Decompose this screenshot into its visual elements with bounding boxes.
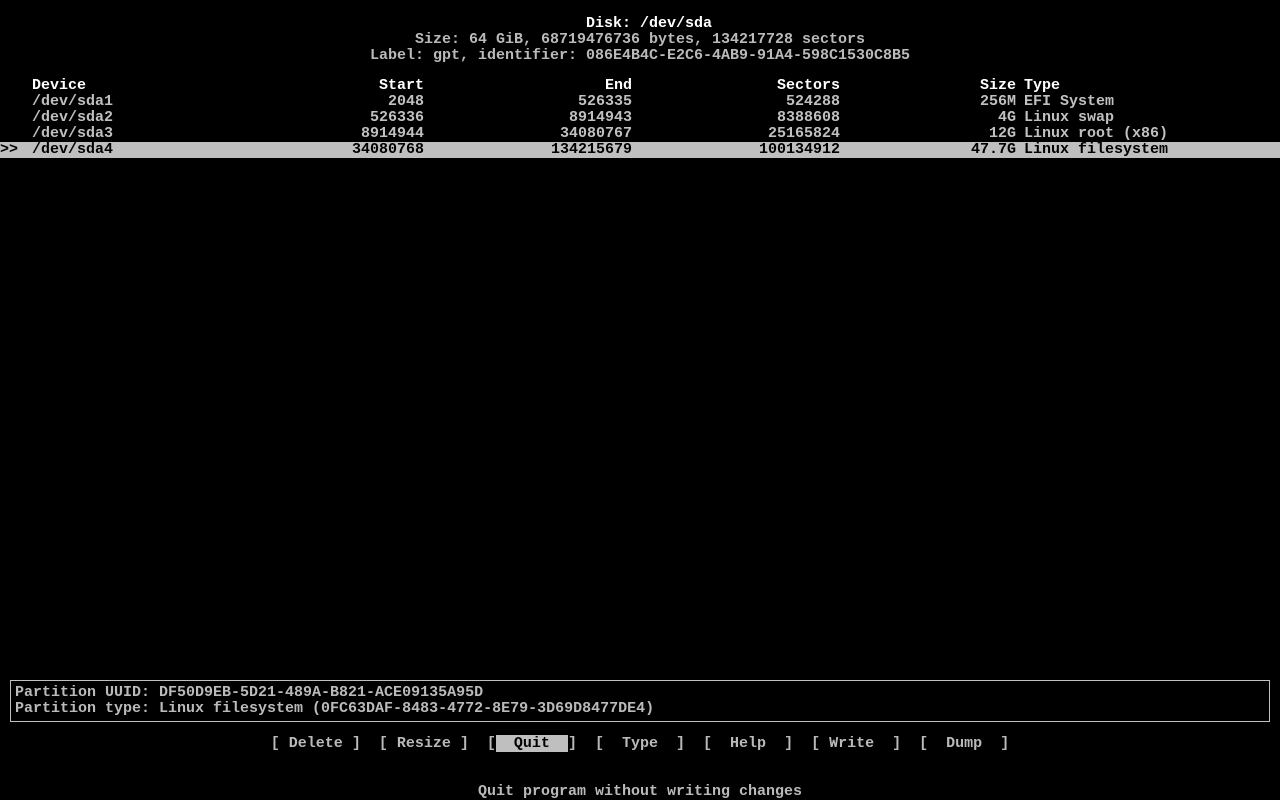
cell-device: /dev/sda3 (32, 126, 280, 142)
cell-start: 8914944 (280, 126, 424, 142)
cell-type: Linux swap (1016, 110, 1114, 126)
menu-bracket-close: ] (352, 735, 361, 752)
menu-item-quit[interactable]: Quit (496, 735, 568, 752)
menu-bracket-close: ] (676, 735, 685, 752)
col-size: Size (840, 78, 1016, 94)
action-menu: [ Delete ] [ Resize ] [ Quit ] [ Type ] … (0, 736, 1280, 752)
cell-sectors: 8388608 (632, 110, 840, 126)
cell-type: Linux filesystem (1016, 142, 1168, 158)
disk-label-line: Label: gpt, identifier: 086E4B4C-E2C6-4A… (0, 48, 1280, 64)
partition-row[interactable]: /dev/sda38914944340807672516582412GLinux… (0, 126, 1280, 142)
disk-header-line: Disk: /dev/sda (0, 0, 1280, 32)
menu-item-help[interactable]: Help (712, 735, 784, 752)
cell-start: 34080768 (280, 142, 424, 158)
cell-size: 4G (840, 110, 1016, 126)
col-type: Type (1016, 78, 1060, 94)
cell-size: 47.7G (840, 142, 1016, 158)
menu-bracket-close: ] (460, 735, 469, 752)
cell-device: /dev/sda4 (32, 142, 280, 158)
partition-info-box: Partition UUID: DF50D9EB-5D21-489A-B821-… (10, 680, 1270, 722)
cell-end: 34080767 (424, 126, 632, 142)
col-start: Start (280, 78, 424, 94)
cell-device: /dev/sda2 (32, 110, 280, 126)
menu-bracket-open: [ (595, 735, 604, 752)
menu-item-dump[interactable]: Dump (928, 735, 1000, 752)
partition-type-line: Partition type: Linux filesystem (0FC63D… (15, 701, 1265, 717)
cell-sectors: 524288 (632, 94, 840, 110)
col-sectors: Sectors (632, 78, 840, 94)
menu-item-resize[interactable]: Resize (388, 735, 460, 752)
partition-row[interactable]: /dev/sda2526336891494383886084GLinux swa… (0, 110, 1280, 126)
menu-bracket-open: [ (379, 735, 388, 752)
menu-bracket-open: [ (811, 735, 820, 752)
disk-header-device: /dev/sda (640, 15, 712, 32)
menu-bracket-close: ] (784, 735, 793, 752)
menu-bracket-close: ] (568, 735, 577, 752)
menu-bracket-open: [ (487, 735, 496, 752)
col-device: Device (32, 78, 280, 94)
disk-size-line: Size: 64 GiB, 68719476736 bytes, 1342177… (0, 32, 1280, 48)
partition-uuid-line: Partition UUID: DF50D9EB-5D21-489A-B821-… (15, 685, 1265, 701)
cell-type: EFI System (1016, 94, 1114, 110)
menu-bracket-close: ] (892, 735, 901, 752)
row-marker: >> (0, 142, 32, 158)
cell-start: 2048 (280, 94, 424, 110)
cell-end: 526335 (424, 94, 632, 110)
cell-type: Linux root (x86) (1016, 126, 1168, 142)
partition-table: Device Start End Sectors Size Type /dev/… (0, 78, 1280, 158)
cell-sectors: 100134912 (632, 142, 840, 158)
partition-table-header: Device Start End Sectors Size Type (0, 78, 1280, 94)
disk-header-prefix: Disk: (586, 15, 640, 32)
menu-bracket-open: [ (271, 735, 280, 752)
menu-item-write[interactable]: Write (820, 735, 892, 752)
cell-end: 8914943 (424, 110, 632, 126)
menu-bracket-close: ] (1000, 735, 1009, 752)
cell-size: 12G (840, 126, 1016, 142)
partition-row[interactable]: /dev/sda12048526335524288256MEFI System (0, 94, 1280, 110)
cell-start: 526336 (280, 110, 424, 126)
cell-device: /dev/sda1 (32, 94, 280, 110)
menu-item-delete[interactable]: Delete (280, 735, 352, 752)
menu-item-type[interactable]: Type (604, 735, 676, 752)
menu-hint: Quit program without writing changes (0, 784, 1280, 800)
col-end: End (424, 78, 632, 94)
cell-sectors: 25165824 (632, 126, 840, 142)
menu-bracket-open: [ (703, 735, 712, 752)
partition-row[interactable]: >>/dev/sda43408076813421567910013491247.… (0, 142, 1280, 158)
cell-size: 256M (840, 94, 1016, 110)
menu-bracket-open: [ (919, 735, 928, 752)
cell-end: 134215679 (424, 142, 632, 158)
